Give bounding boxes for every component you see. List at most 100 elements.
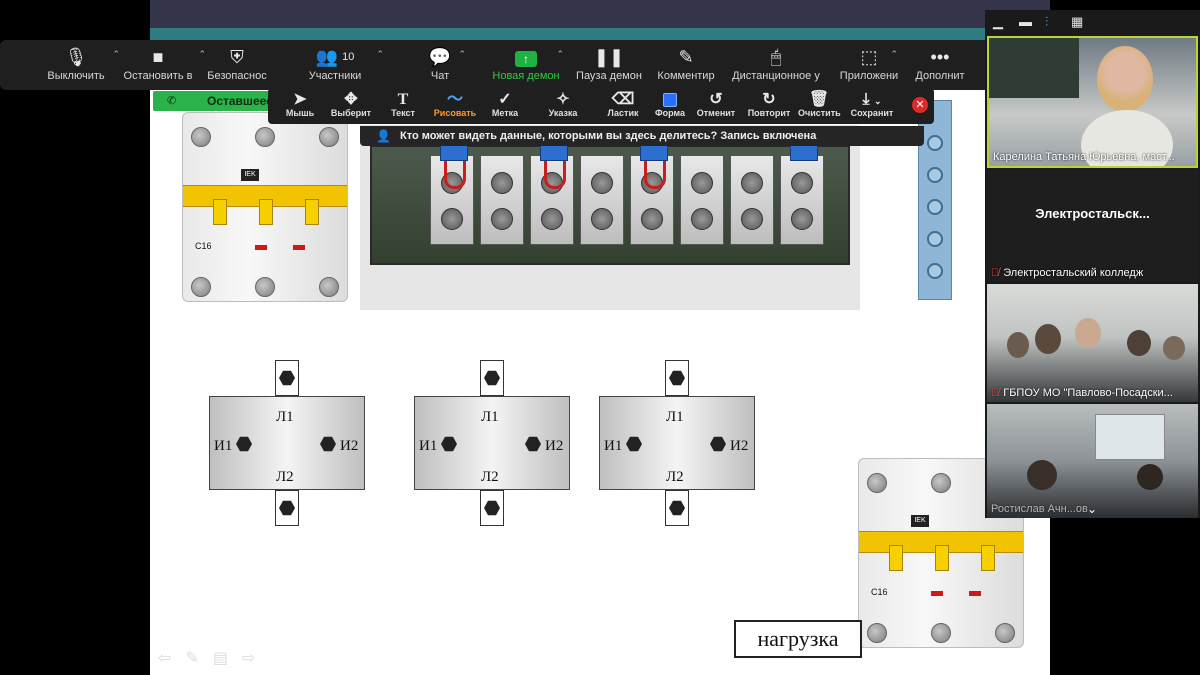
tool-eraser[interactable]: ⌫ Ластик: [606, 90, 640, 122]
phone-icon: ✆: [167, 95, 177, 107]
label-l1: Л1: [666, 409, 684, 425]
mute-button[interactable]: 🎙 Выключить ⌃: [44, 40, 120, 90]
hex-nut-icon: [669, 370, 685, 386]
slide-navigation: ⇦ ✎ ▤ ⇨: [158, 648, 255, 668]
chevron-up-icon[interactable]: ⌃: [112, 49, 120, 60]
chevron-up-icon[interactable]: ⌃: [556, 49, 564, 60]
terminal-block-image: [360, 125, 860, 310]
screen: IEK C16 Л1 Л2 И1 И2 Л1 Л2 И1 И2 Л1 Л2 И1…: [0, 0, 1200, 675]
current-transformer: Л1 Л2 И1 И2: [599, 396, 755, 490]
thumbnail-view-icon[interactable]: ▬: [1019, 14, 1032, 29]
video-tile-pavlovo-posad[interactable]: 🎙̸ ГБПОУ МО "Павлово-Посадски...: [987, 284, 1198, 402]
label-i1: И1: [419, 438, 438, 454]
apps-button[interactable]: ⬚ Приложени ⌃: [836, 40, 902, 90]
stop-video-button[interactable]: ■ Остановить в ⌃: [122, 40, 206, 90]
pause-share-button[interactable]: ❚❚ Пауза демон: [575, 40, 643, 90]
hex-nut-icon: [320, 436, 336, 452]
hex-nut-icon: [484, 500, 500, 516]
label-l2: Л2: [481, 469, 499, 485]
muted-mic-icon: 🎙̸: [991, 267, 1000, 279]
share-visibility-notice[interactable]: 👤 Кто может видеть данные, которыми вы з…: [360, 126, 924, 146]
security-button[interactable]: ⛨ Безопаснос: [206, 40, 268, 90]
zoom-meeting-toolbar: 🎙 Выключить ⌃ ■ Остановить в ⌃ ⛨ Безопас…: [0, 40, 1008, 90]
redo-icon: ↻: [762, 91, 776, 108]
spotlight-icon: ✧: [556, 91, 570, 108]
tool-draw[interactable]: 〜 Рисовать: [432, 90, 478, 122]
chat-button[interactable]: 💬 Чат ⌃: [426, 40, 466, 90]
chevron-up-icon[interactable]: ⌃: [458, 49, 466, 60]
label-l1: Л1: [276, 409, 294, 425]
tool-shape[interactable]: Форма: [654, 90, 686, 122]
remote-control-button[interactable]: 🖱 Дистанционное у: [729, 40, 823, 90]
eraser-icon: ⌫: [611, 91, 635, 108]
label-l2: Л2: [666, 469, 684, 485]
tool-clear[interactable]: 🗑 Очистить: [798, 90, 841, 122]
share-screen-icon: ↑: [490, 40, 562, 70]
terminal-tab-bottom: [275, 490, 299, 526]
label-i2: И2: [340, 438, 359, 454]
circuit-breaker-image: IEK C16: [182, 112, 348, 302]
chevron-up-icon[interactable]: ⌃: [890, 49, 898, 60]
gallery-view-icon[interactable]: ▦: [1071, 14, 1083, 30]
tool-select[interactable]: ✥ Выберит: [330, 90, 372, 122]
tool-stamp[interactable]: ✓ Метка: [490, 90, 520, 122]
current-transformer: Л1 Л2 И1 И2: [209, 396, 365, 490]
save-download-icon: ⤓ ⌄: [862, 91, 882, 108]
terminal-tab-top: [665, 360, 689, 396]
pen-icon[interactable]: ✎: [185, 648, 198, 668]
close-annotation-icon[interactable]: ✕: [912, 97, 928, 113]
hex-nut-icon: [441, 436, 457, 452]
microphone-icon: 🎙: [64, 47, 88, 67]
terminal-tab-bottom: [480, 490, 504, 526]
label-i2: И2: [545, 438, 564, 454]
label-i2: И2: [730, 438, 749, 454]
participants-button[interactable]: 👥 10 Участники ⌃: [306, 40, 384, 90]
load-label-box: нагрузка: [734, 620, 862, 658]
hex-nut-icon: [484, 370, 500, 386]
tool-spotlight[interactable]: ✧ Указка: [546, 90, 580, 122]
chat-icon: 💬: [428, 47, 452, 67]
participants-icon: 👥 10: [315, 47, 355, 67]
shield-icon: ⛨: [230, 47, 244, 67]
next-slide-icon[interactable]: ⇨: [242, 648, 255, 668]
hex-nut-icon: [525, 436, 541, 452]
speaker-view-icon[interactable]: ⫶: [1045, 14, 1048, 30]
chevron-down-icon[interactable]: ⌄: [1087, 502, 1097, 516]
new-share-button[interactable]: ↑ Новая демон ⌃: [490, 40, 564, 90]
hex-nut-icon: [669, 500, 685, 516]
hex-nut-icon: [626, 436, 642, 452]
text-icon: T: [397, 91, 409, 108]
undo-icon: ↺: [709, 91, 723, 108]
video-tile-speaker[interactable]: Карелина Татьяна Юрьевна, маст...: [987, 36, 1198, 168]
label-l1: Л1: [481, 409, 499, 425]
video-tile-classroom[interactable]: Ростислав Ачн...ов ⌄: [987, 404, 1198, 518]
chevron-up-icon[interactable]: ⌃: [198, 49, 206, 60]
stamp-check-icon: ✓: [498, 91, 512, 108]
draw-squiggle-icon: 〜: [446, 91, 463, 108]
view-controls: ▁ ▬ ⫶ ▦: [985, 10, 1200, 36]
person-info-icon: 👤: [376, 129, 391, 143]
hex-nut-icon: [236, 436, 252, 452]
more-button[interactable]: ••• Дополнит: [912, 40, 968, 90]
prev-slide-icon[interactable]: ⇦: [158, 648, 171, 668]
tool-undo[interactable]: ↺ Отменит: [696, 90, 736, 122]
speaker-face: [1097, 46, 1153, 112]
video-tile-electrostal[interactable]: Электростальск... 🎙̸ Электростальский кол…: [987, 170, 1198, 282]
label-i1: И1: [604, 438, 623, 454]
tool-save[interactable]: ⤓ ⌄ Сохранит: [850, 90, 894, 122]
shape-square-icon: [654, 90, 686, 108]
current-transformer: Л1 Л2 И1 И2: [414, 396, 570, 490]
tool-redo[interactable]: ↻ Повторит: [746, 90, 792, 122]
remaining-time-pill[interactable]: ✆ Оставшеес: [153, 91, 273, 111]
pause-icon: ❚❚: [593, 47, 625, 67]
annotate-button[interactable]: ✎ Комментир: [655, 40, 717, 90]
slides-menu-icon[interactable]: ▤: [213, 648, 228, 668]
tool-text[interactable]: T Текст: [388, 90, 418, 122]
tool-mouse[interactable]: ➤ Мышь: [284, 90, 316, 122]
trash-icon: 🗑: [808, 91, 830, 108]
terminal-tab-top: [480, 360, 504, 396]
minimize-icon[interactable]: ▁: [993, 14, 1003, 30]
chevron-up-icon[interactable]: ⌃: [376, 49, 384, 60]
slide-header-band: [150, 0, 1050, 40]
label-l2: Л2: [276, 469, 294, 485]
